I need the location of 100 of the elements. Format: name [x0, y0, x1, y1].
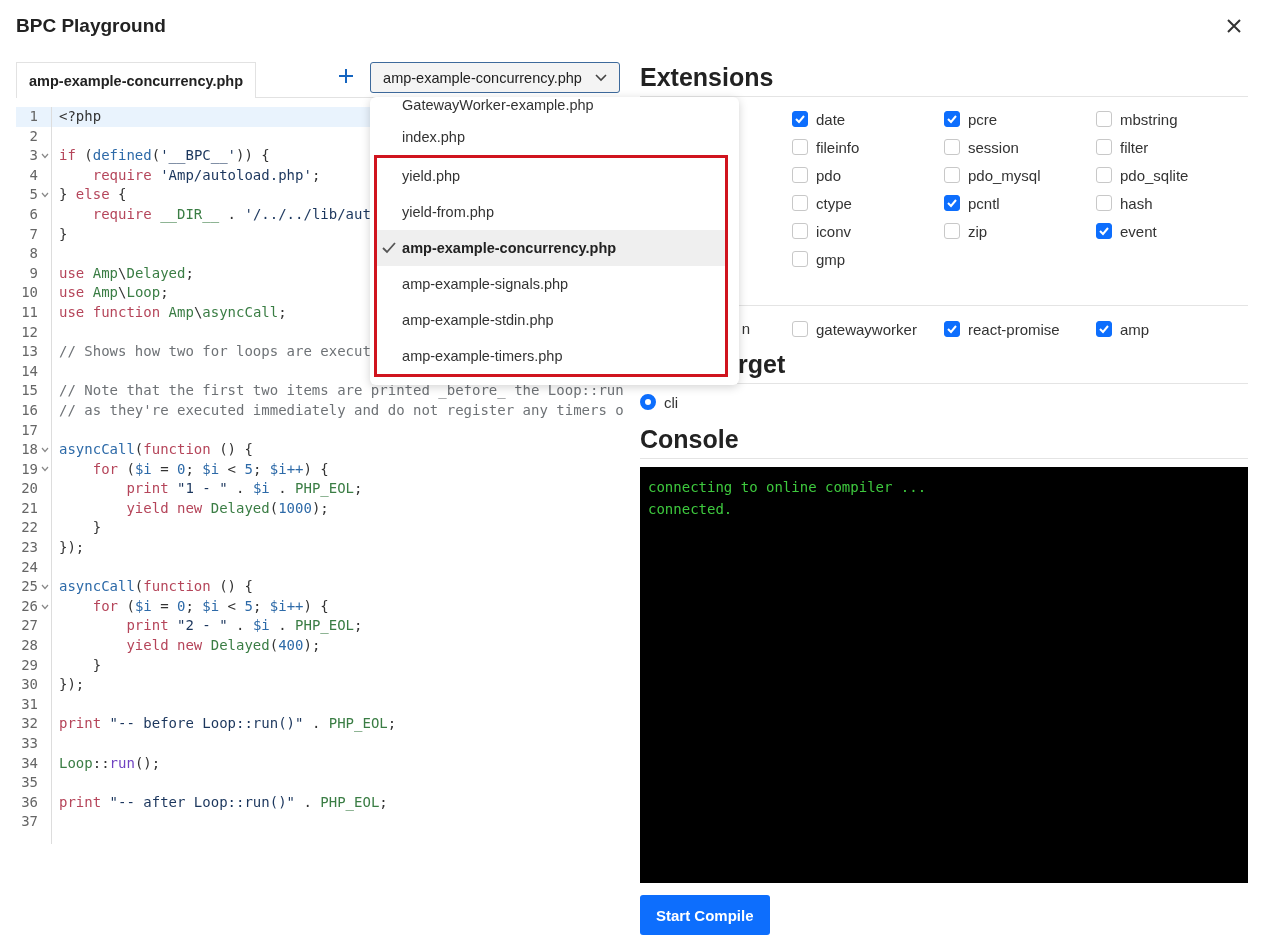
dropdown-option[interactable]: amp-example-signals.php: [377, 266, 726, 302]
checkbox[interactable]: [792, 167, 808, 183]
console-line: connecting to online compiler ...: [648, 478, 927, 497]
code-line: });: [59, 538, 85, 558]
file-select[interactable]: amp-example-concurrency.php: [370, 62, 621, 93]
code-line: // as they're executed immediately and do not register any timers o: [59, 400, 624, 420]
checkbox[interactable]: [792, 223, 808, 239]
dropdown-option[interactable]: yield.php: [377, 158, 726, 194]
code-line: Loop::run();: [59, 753, 161, 773]
line-number: 2: [28, 126, 38, 146]
code-line: asyncCall(function () {: [59, 440, 253, 460]
code-line: } else {: [59, 185, 127, 205]
dialog-title: BPC Playground: [16, 15, 166, 37]
checkbox-label: gatewayworker: [816, 320, 917, 338]
dropdown-option[interactable]: GatewayWorker-example.php: [370, 97, 740, 119]
code-line: if (defined('__BPC__')) {: [59, 146, 270, 166]
checkbox[interactable]: [792, 321, 808, 337]
checkbox[interactable]: [1096, 139, 1112, 155]
checkbox-label: pdo_mysql: [968, 166, 1041, 184]
checkbox-label: pcntl: [968, 194, 1000, 212]
line-number: 14: [20, 361, 38, 381]
line-number: 24: [20, 557, 38, 577]
start-compile-button[interactable]: Start Compile: [640, 895, 770, 935]
dropdown-option[interactable]: amp-example-concurrency.php: [377, 230, 726, 266]
checkbox[interactable]: [792, 111, 808, 127]
checkbox-label: pcre: [968, 110, 998, 128]
line-number: 31: [20, 694, 38, 714]
line-number: 17: [20, 420, 38, 440]
code-line: asyncCall(function () {: [59, 577, 253, 597]
checkbox-label: mbstring: [1120, 110, 1178, 128]
fold-icon[interactable]: [40, 153, 49, 159]
checkbox[interactable]: [944, 111, 960, 127]
code-line: });: [59, 675, 85, 695]
code-line: for ($i = 0; $i < 5; $i++) {: [91, 459, 329, 479]
line-number: 26: [20, 596, 38, 616]
line-number: 5: [28, 185, 38, 205]
dropdown-option[interactable]: yield-from.php: [377, 194, 726, 230]
line-number: 33: [20, 734, 38, 753]
line-number: 30: [20, 675, 38, 695]
code-line: use function Amp\asyncCall;: [59, 302, 287, 322]
checkbox[interactable]: [944, 195, 960, 211]
checkbox-label: gmp: [816, 250, 846, 268]
code-line: // Shows how two for loops are execut: [59, 342, 371, 362]
fold-icon[interactable]: [40, 192, 49, 199]
section-heading: Extensions: [640, 62, 1248, 97]
checkbox[interactable]: [944, 167, 960, 183]
checkbox[interactable]: [1096, 321, 1112, 337]
line-number: 37: [20, 812, 38, 832]
checkbox-label: react-promise: [968, 320, 1060, 338]
radio-button[interactable]: [640, 394, 656, 410]
dropdown-option[interactable]: index.php: [370, 119, 740, 155]
checkbox[interactable]: [792, 251, 808, 267]
code-line: }: [59, 224, 68, 244]
fold-icon[interactable]: [40, 466, 49, 473]
line-number: 13: [20, 342, 38, 362]
code-line: for ($i = 0; $i < 5; $i++) {: [91, 596, 329, 616]
code-line: yield new Delayed(400);: [125, 636, 321, 656]
code-line: // Note that the first two items are printed _before_ the Loop::run: [59, 381, 624, 401]
code-line: print "-- after Loop::run()" . PHP_EOL;: [59, 792, 388, 813]
checkbox[interactable]: [1096, 223, 1112, 239]
line-number: 15: [20, 381, 38, 401]
line-number: 22: [20, 518, 38, 538]
line-number: 21: [20, 498, 38, 518]
code-line: print "-- before Loop::run()" . PHP_EOL;: [59, 714, 397, 734]
code-line: yield new Delayed(1000);: [125, 498, 329, 518]
checkbox-label: filter: [1120, 138, 1149, 156]
checkbox[interactable]: [792, 195, 808, 211]
caret-icon: [595, 73, 608, 82]
checkbox[interactable]: [944, 223, 960, 239]
file-tab[interactable]: amp-example-concurrency.php: [16, 62, 257, 98]
checkbox-label: iconv: [816, 222, 852, 240]
code-line: use Amp\Delayed;: [59, 263, 194, 283]
add-icon[interactable]: [338, 68, 355, 84]
close-icon[interactable]: [1225, 17, 1243, 35]
fold-icon[interactable]: [40, 584, 49, 591]
checkbox[interactable]: [1096, 167, 1112, 183]
checkbox[interactable]: [792, 139, 808, 155]
console-line: connected.: [648, 500, 733, 519]
checkbox[interactable]: [1096, 111, 1112, 127]
line-number: 7: [28, 224, 38, 244]
radio-label: cli: [664, 393, 679, 411]
checkbox-label: pdo_sqlite: [1120, 166, 1189, 184]
checkbox[interactable]: [1096, 195, 1112, 211]
dropdown-option[interactable]: amp-example-stdin.php: [377, 302, 726, 338]
code-line: print "2 - " . $i . PHP_EOL;: [125, 616, 363, 636]
code-line: print "1 - " . $i . PHP_EOL;: [125, 479, 363, 499]
line-number: 6: [28, 204, 38, 224]
checkbox[interactable]: [944, 321, 960, 337]
line-number: 20: [20, 479, 38, 499]
section-heading: Console: [640, 424, 1248, 459]
checkbox-label: ctype: [816, 194, 852, 212]
code-line: }: [91, 655, 102, 675]
checkbox-label: fileinfo: [816, 138, 860, 156]
line-number: 9: [28, 263, 38, 283]
line-number: 16: [20, 400, 38, 420]
fold-icon[interactable]: [40, 603, 49, 610]
fold-icon[interactable]: [40, 446, 49, 453]
code-line: use Amp\Loop;: [59, 283, 169, 303]
line-number: 23: [20, 538, 38, 558]
checkbox[interactable]: [944, 139, 960, 155]
